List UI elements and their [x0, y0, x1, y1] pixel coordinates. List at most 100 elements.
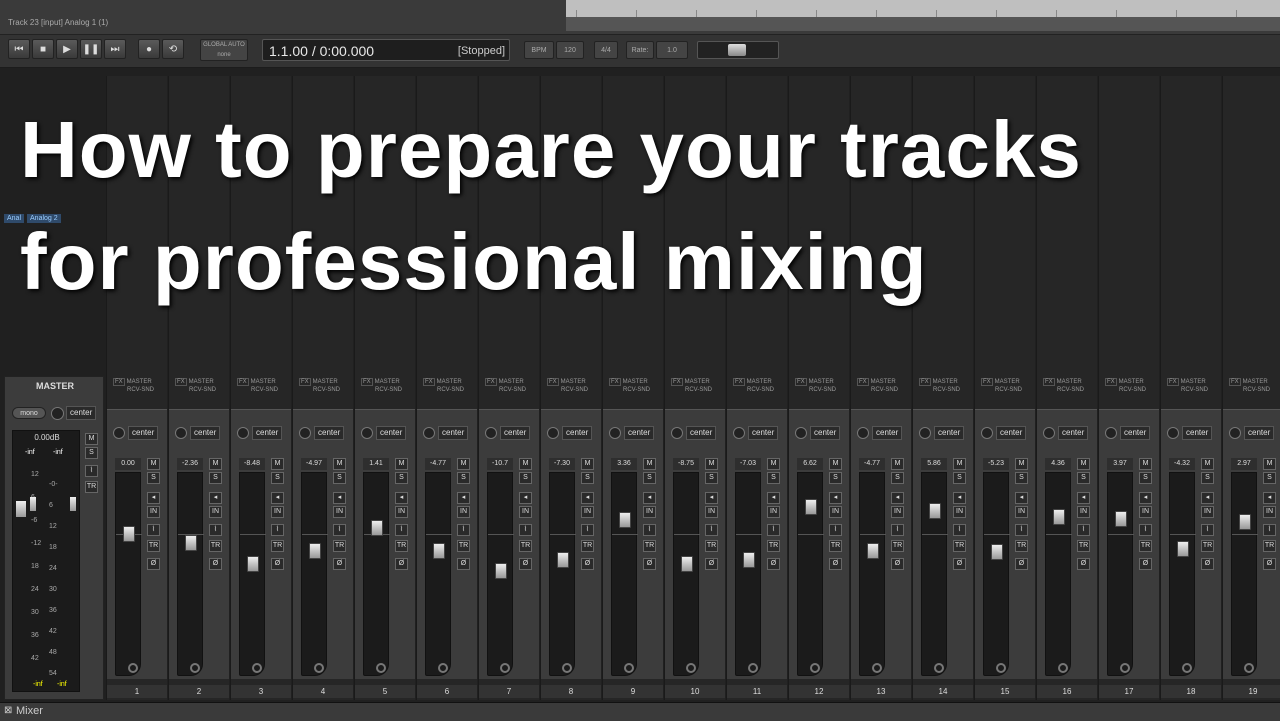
mute-button[interactable]: M	[1139, 458, 1152, 470]
fx-routing[interactable]: FX MASTER RCV-SND	[237, 378, 285, 396]
volume-fader[interactable]	[185, 535, 197, 551]
volume-value[interactable]: -2.36	[177, 458, 203, 470]
trim-button[interactable]: TR	[1139, 540, 1152, 552]
phase-button[interactable]: Ø	[581, 558, 594, 570]
solo-button[interactable]: S	[891, 472, 904, 484]
fx-button[interactable]: FX	[237, 378, 249, 386]
fx-button[interactable]: FX	[299, 378, 311, 386]
mute-button[interactable]: M	[147, 458, 160, 470]
envelope-button[interactable]: ⌇	[705, 524, 718, 536]
pan-control[interactable]: center	[857, 426, 907, 440]
speaker-icon[interactable]: ◂	[829, 492, 842, 504]
fader-track[interactable]	[859, 472, 886, 676]
volume-fader[interactable]	[929, 503, 941, 519]
mute-button[interactable]: M	[457, 458, 470, 470]
pan-knob-icon[interactable]	[547, 427, 559, 439]
pan-knob-icon[interactable]	[671, 427, 683, 439]
fx-button[interactable]: FX	[919, 378, 931, 386]
input-button[interactable]: IN	[953, 506, 966, 518]
solo-button[interactable]: S	[1139, 472, 1152, 484]
volume-fader[interactable]	[1053, 509, 1065, 525]
fx-routing[interactable]: FX MASTER RCV-SND	[547, 378, 595, 396]
pan-knob-icon[interactable]	[423, 427, 435, 439]
mute-button[interactable]: M	[271, 458, 284, 470]
speaker-icon[interactable]: ◂	[147, 492, 160, 504]
envelope-button[interactable]: ⌇	[581, 524, 594, 536]
pan-knob-icon[interactable]	[1229, 427, 1241, 439]
master-trim-button[interactable]: TR	[85, 481, 98, 493]
volume-fader[interactable]	[743, 552, 755, 568]
pan-control[interactable]: center	[1105, 426, 1155, 440]
mute-button[interactable]: M	[1263, 458, 1276, 470]
volume-value[interactable]: 3.36	[611, 458, 637, 470]
trim-button[interactable]: TR	[953, 540, 966, 552]
phase-button[interactable]: Ø	[457, 558, 470, 570]
solo-button[interactable]: S	[395, 472, 408, 484]
envelope-button[interactable]: ⌇	[333, 524, 346, 536]
solo-button[interactable]: S	[643, 472, 656, 484]
speaker-icon[interactable]: ◂	[1263, 492, 1276, 504]
envelope-button[interactable]: ⌇	[953, 524, 966, 536]
timeline-scrollbar[interactable]	[566, 17, 1280, 31]
fx-button[interactable]: FX	[1167, 378, 1179, 386]
master-envelope-button[interactable]: ⌇	[85, 465, 98, 477]
pan-control[interactable]: center	[113, 426, 163, 440]
volume-value[interactable]: -4.77	[859, 458, 885, 470]
pan-knob-icon[interactable]	[361, 427, 373, 439]
fx-routing[interactable]: FX MASTER RCV-SND	[1167, 378, 1215, 396]
volume-value[interactable]: 4.36	[1045, 458, 1071, 470]
trim-button[interactable]: TR	[581, 540, 594, 552]
trim-button[interactable]: TR	[271, 540, 284, 552]
phase-button[interactable]: Ø	[1015, 558, 1028, 570]
fader-track[interactable]	[549, 472, 576, 676]
trim-button[interactable]: TR	[1201, 540, 1214, 552]
solo-button[interactable]: S	[705, 472, 718, 484]
input-button[interactable]: IN	[271, 506, 284, 518]
fx-button[interactable]: FX	[361, 378, 373, 386]
pan-control[interactable]: center	[609, 426, 659, 440]
volume-value[interactable]: 6.62	[797, 458, 823, 470]
solo-button[interactable]: S	[1263, 472, 1276, 484]
pan-control[interactable]: center	[671, 426, 721, 440]
fx-routing[interactable]: FX MASTER RCV-SND	[361, 378, 409, 396]
phase-button[interactable]: Ø	[271, 558, 284, 570]
fx-routing[interactable]: FX MASTER RCV-SND	[1105, 378, 1153, 396]
fx-routing[interactable]: FX MASTER RCV-SND	[795, 378, 843, 396]
volume-value[interactable]: -10.7	[487, 458, 513, 470]
mute-button[interactable]: M	[519, 458, 532, 470]
trim-button[interactable]: TR	[767, 540, 780, 552]
input-button[interactable]: IN	[1077, 506, 1090, 518]
volume-value[interactable]: 0.00	[115, 458, 141, 470]
fader-track[interactable]	[611, 472, 638, 676]
input-button[interactable]: IN	[519, 506, 532, 518]
solo-button[interactable]: S	[953, 472, 966, 484]
phase-button[interactable]: Ø	[1201, 558, 1214, 570]
volume-fader[interactable]	[123, 526, 135, 542]
speaker-icon[interactable]: ◂	[705, 492, 718, 504]
pan-knob-icon[interactable]	[733, 427, 745, 439]
phase-button[interactable]: Ø	[891, 558, 904, 570]
fader-track[interactable]	[363, 472, 390, 676]
volume-value[interactable]: -7.30	[549, 458, 575, 470]
envelope-button[interactable]: ⌇	[271, 524, 284, 536]
pan-control[interactable]: center	[1167, 426, 1217, 440]
volume-fader[interactable]	[991, 544, 1003, 560]
pan-control[interactable]: center	[547, 426, 597, 440]
input-button[interactable]: IN	[1139, 506, 1152, 518]
mute-button[interactable]: M	[1077, 458, 1090, 470]
fader-track[interactable]	[983, 472, 1010, 676]
volume-fader[interactable]	[1115, 511, 1127, 527]
mute-button[interactable]: M	[333, 458, 346, 470]
speaker-icon[interactable]: ◂	[767, 492, 780, 504]
mute-button[interactable]: M	[643, 458, 656, 470]
pan-control[interactable]: center	[175, 426, 225, 440]
volume-fader[interactable]	[247, 556, 259, 572]
input-button[interactable]: IN	[581, 506, 594, 518]
volume-value[interactable]: -4.77	[425, 458, 451, 470]
solo-button[interactable]: S	[457, 472, 470, 484]
speaker-icon[interactable]: ◂	[1015, 492, 1028, 504]
fx-routing[interactable]: FX MASTER RCV-SND	[857, 378, 905, 396]
fx-routing[interactable]: FX MASTER RCV-SND	[1229, 378, 1277, 396]
mute-button[interactable]: M	[581, 458, 594, 470]
fx-button[interactable]: FX	[733, 378, 745, 386]
